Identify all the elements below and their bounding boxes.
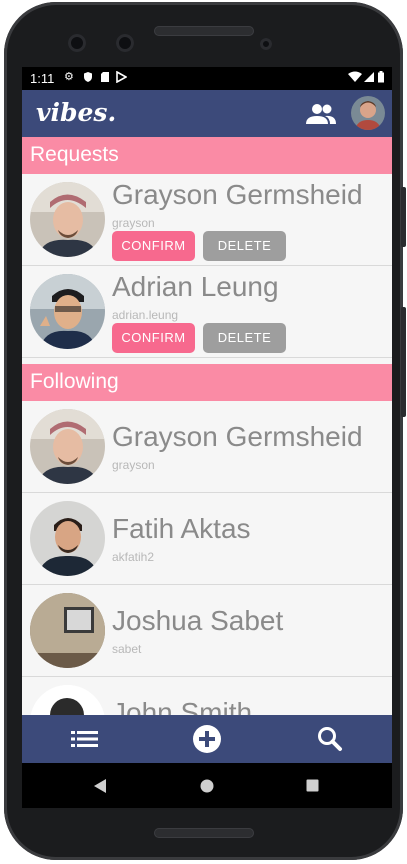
back-icon[interactable] <box>93 778 107 794</box>
shield-icon <box>84 72 92 82</box>
request-username: grayson <box>112 216 155 230</box>
following-username: akfatih2 <box>112 550 155 564</box>
cellular-icon <box>364 72 374 82</box>
app-header: vibes. <box>22 90 392 137</box>
following-row[interactable]: Joshua Sabet sabet <box>22 585 392 677</box>
following-row[interactable]: John Smith <box>22 677 392 715</box>
system-nav-bar <box>22 763 392 808</box>
avatar <box>30 501 105 576</box>
avatar <box>30 274 105 349</box>
following-title: Following <box>30 370 119 393</box>
avatar <box>30 685 105 715</box>
home-icon[interactable] <box>200 779 214 793</box>
top-speaker <box>154 26 254 36</box>
settings-icon: ⚙ <box>64 71 74 83</box>
delete-button[interactable]: DELETE <box>203 231 286 261</box>
power-button <box>401 187 406 247</box>
status-time: 1:11 <box>30 71 55 86</box>
requests-section-header: Requests <box>22 137 392 174</box>
bottom-speaker <box>154 828 254 838</box>
status-bar: 1:11 ⚙ <box>22 67 392 90</box>
search-icon[interactable] <box>317 726 343 752</box>
following-name: John Smith <box>112 697 253 715</box>
following-section-header: Following <box>22 364 392 401</box>
avatar <box>30 182 105 257</box>
following-name: Grayson Germsheid <box>112 421 363 452</box>
list-icon[interactable] <box>71 729 98 749</box>
proximity-sensor <box>260 38 272 50</box>
bottom-nav <box>22 715 392 763</box>
sd-card-icon <box>101 72 109 82</box>
request-row: Grayson Germsheid grayson CONFIRM DELETE <box>22 174 392 266</box>
request-name: Grayson Germsheid <box>112 179 363 210</box>
recents-icon[interactable] <box>306 779 319 792</box>
request-row: Adrian Leung adrian.leung CONFIRM DELETE <box>22 266 392 358</box>
avatar <box>30 409 105 484</box>
following-username: grayson <box>112 458 155 472</box>
following-username: sabet <box>112 642 142 656</box>
requests-title: Requests <box>30 143 119 166</box>
following-row[interactable]: Fatih Aktas akfatih2 <box>22 493 392 585</box>
play-store-icon <box>116 71 127 83</box>
following-name: Fatih Aktas <box>112 513 251 544</box>
following-row[interactable]: Grayson Germsheid grayson <box>22 401 392 493</box>
wifi-icon <box>348 71 362 82</box>
delete-button[interactable]: DELETE <box>203 323 286 353</box>
people-icon[interactable] <box>305 103 337 125</box>
following-name: Joshua Sabet <box>112 605 284 636</box>
request-name: Adrian Leung <box>112 271 279 302</box>
confirm-button[interactable]: CONFIRM <box>112 323 195 353</box>
add-icon[interactable] <box>192 724 222 754</box>
content-list[interactable]: Requests Grayson Germsheid grayson CONFI… <box>22 137 392 715</box>
front-camera-left <box>68 34 86 52</box>
screen: 1:11 ⚙ vibes. Requests Grayson Germsheid… <box>22 67 392 808</box>
app-logo: vibes. <box>36 98 117 127</box>
profile-avatar[interactable] <box>351 96 385 130</box>
request-username: adrian.leung <box>112 308 179 322</box>
front-camera-right <box>116 34 134 52</box>
phone-frame: 1:11 ⚙ vibes. Requests Grayson Germsheid… <box>4 2 406 860</box>
confirm-button[interactable]: CONFIRM <box>112 231 195 261</box>
volume-button <box>401 307 406 417</box>
battery-icon <box>378 71 384 83</box>
avatar <box>30 593 105 668</box>
